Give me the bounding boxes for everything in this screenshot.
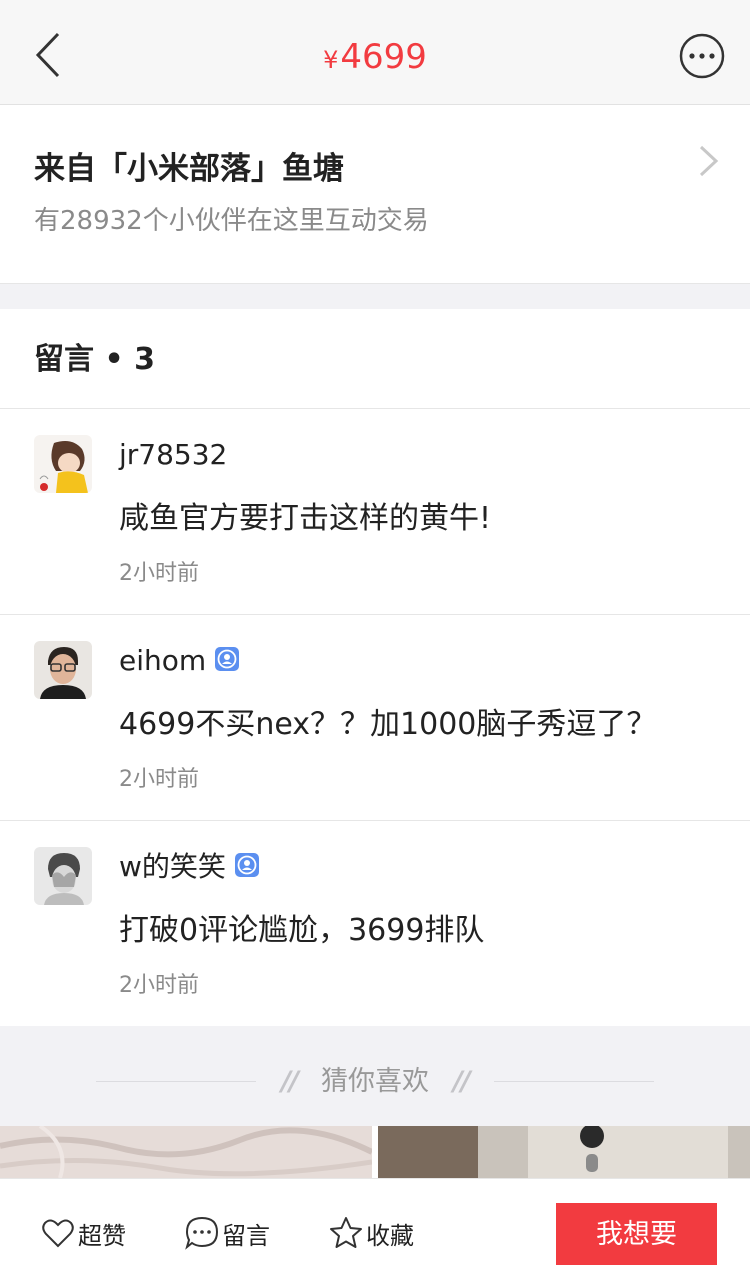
- top-nav-bar: ¥4699: [0, 0, 750, 105]
- comment-text: 咸鱼官方要打击这样的黄牛!: [119, 501, 492, 536]
- comments-title: 留言 • 3: [34, 342, 155, 377]
- like-label: 超赞: [78, 1221, 126, 1250]
- comment-button[interactable]: 留言: [184, 1213, 270, 1253]
- comment-time: 2小时前: [119, 767, 199, 792]
- avatar[interactable]: [34, 435, 92, 493]
- comment-username[interactable]: w的笑笑: [119, 847, 260, 887]
- section-divider: [0, 283, 750, 309]
- more-button[interactable]: [678, 32, 726, 80]
- fishpond-title: 来自「小米部落」鱼塘: [34, 151, 344, 187]
- want-button[interactable]: 我想要: [556, 1203, 717, 1265]
- chevron-right-icon: [699, 145, 719, 177]
- speech-bubble-icon: [185, 1216, 219, 1250]
- quote-mark-icon: //: [453, 1066, 471, 1097]
- recommendations-title: //猜你喜欢//: [281, 1066, 471, 1097]
- favorite-label: 收藏: [366, 1221, 414, 1250]
- avatar[interactable]: [34, 847, 92, 905]
- verified-badge-icon: [234, 853, 259, 877]
- comment-time: 2小时前: [119, 561, 199, 586]
- comment-item: jr78532 咸鱼官方要打击这样的黄牛! 2小时前: [0, 409, 750, 615]
- item-price: ¥4699: [0, 34, 750, 83]
- fishpond-subtitle: 有28932个小伙伴在这里互动交易: [34, 206, 429, 236]
- comment-text: 打破0评论尴尬，3699排队: [119, 913, 485, 948]
- heart-icon: [42, 1219, 74, 1248]
- comment-time: 2小时前: [119, 973, 199, 998]
- more-dots-icon: [679, 33, 725, 79]
- favorite-button[interactable]: 收藏: [328, 1213, 414, 1253]
- verified-badge-icon: [215, 647, 240, 671]
- recommendations-header: //猜你喜欢//: [0, 1026, 750, 1126]
- currency-symbol: ¥: [323, 46, 339, 74]
- comment-text: 4699不买nex？？加1000脑子秀逗了？: [119, 707, 657, 742]
- comment-username[interactable]: eihom: [119, 641, 240, 681]
- comment-item: w的笑笑 打破0评论尴尬，3699排队 2小时前: [0, 821, 750, 1027]
- price-value: 4699: [340, 37, 427, 77]
- comments-section-header: 留言 • 3: [0, 309, 750, 409]
- comment-item: eihom 4699不买nex？？加1000脑子秀逗了？ 2小时前: [0, 615, 750, 821]
- recommended-item-thumbnail[interactable]: [378, 1126, 750, 1178]
- bottom-action-bar: 超赞 留言 收藏 我想要: [0, 1178, 750, 1288]
- quote-mark-icon: //: [281, 1066, 299, 1097]
- avatar[interactable]: [34, 641, 92, 699]
- recommended-item-thumbnail[interactable]: [0, 1126, 372, 1178]
- fishpond-link[interactable]: 来自「小米部落」鱼塘 有28932个小伙伴在这里互动交易: [0, 105, 750, 283]
- comment-username[interactable]: jr78532: [119, 435, 227, 475]
- comment-label: 留言: [222, 1221, 270, 1250]
- like-button[interactable]: 超赞: [40, 1213, 126, 1253]
- star-icon: [330, 1217, 362, 1248]
